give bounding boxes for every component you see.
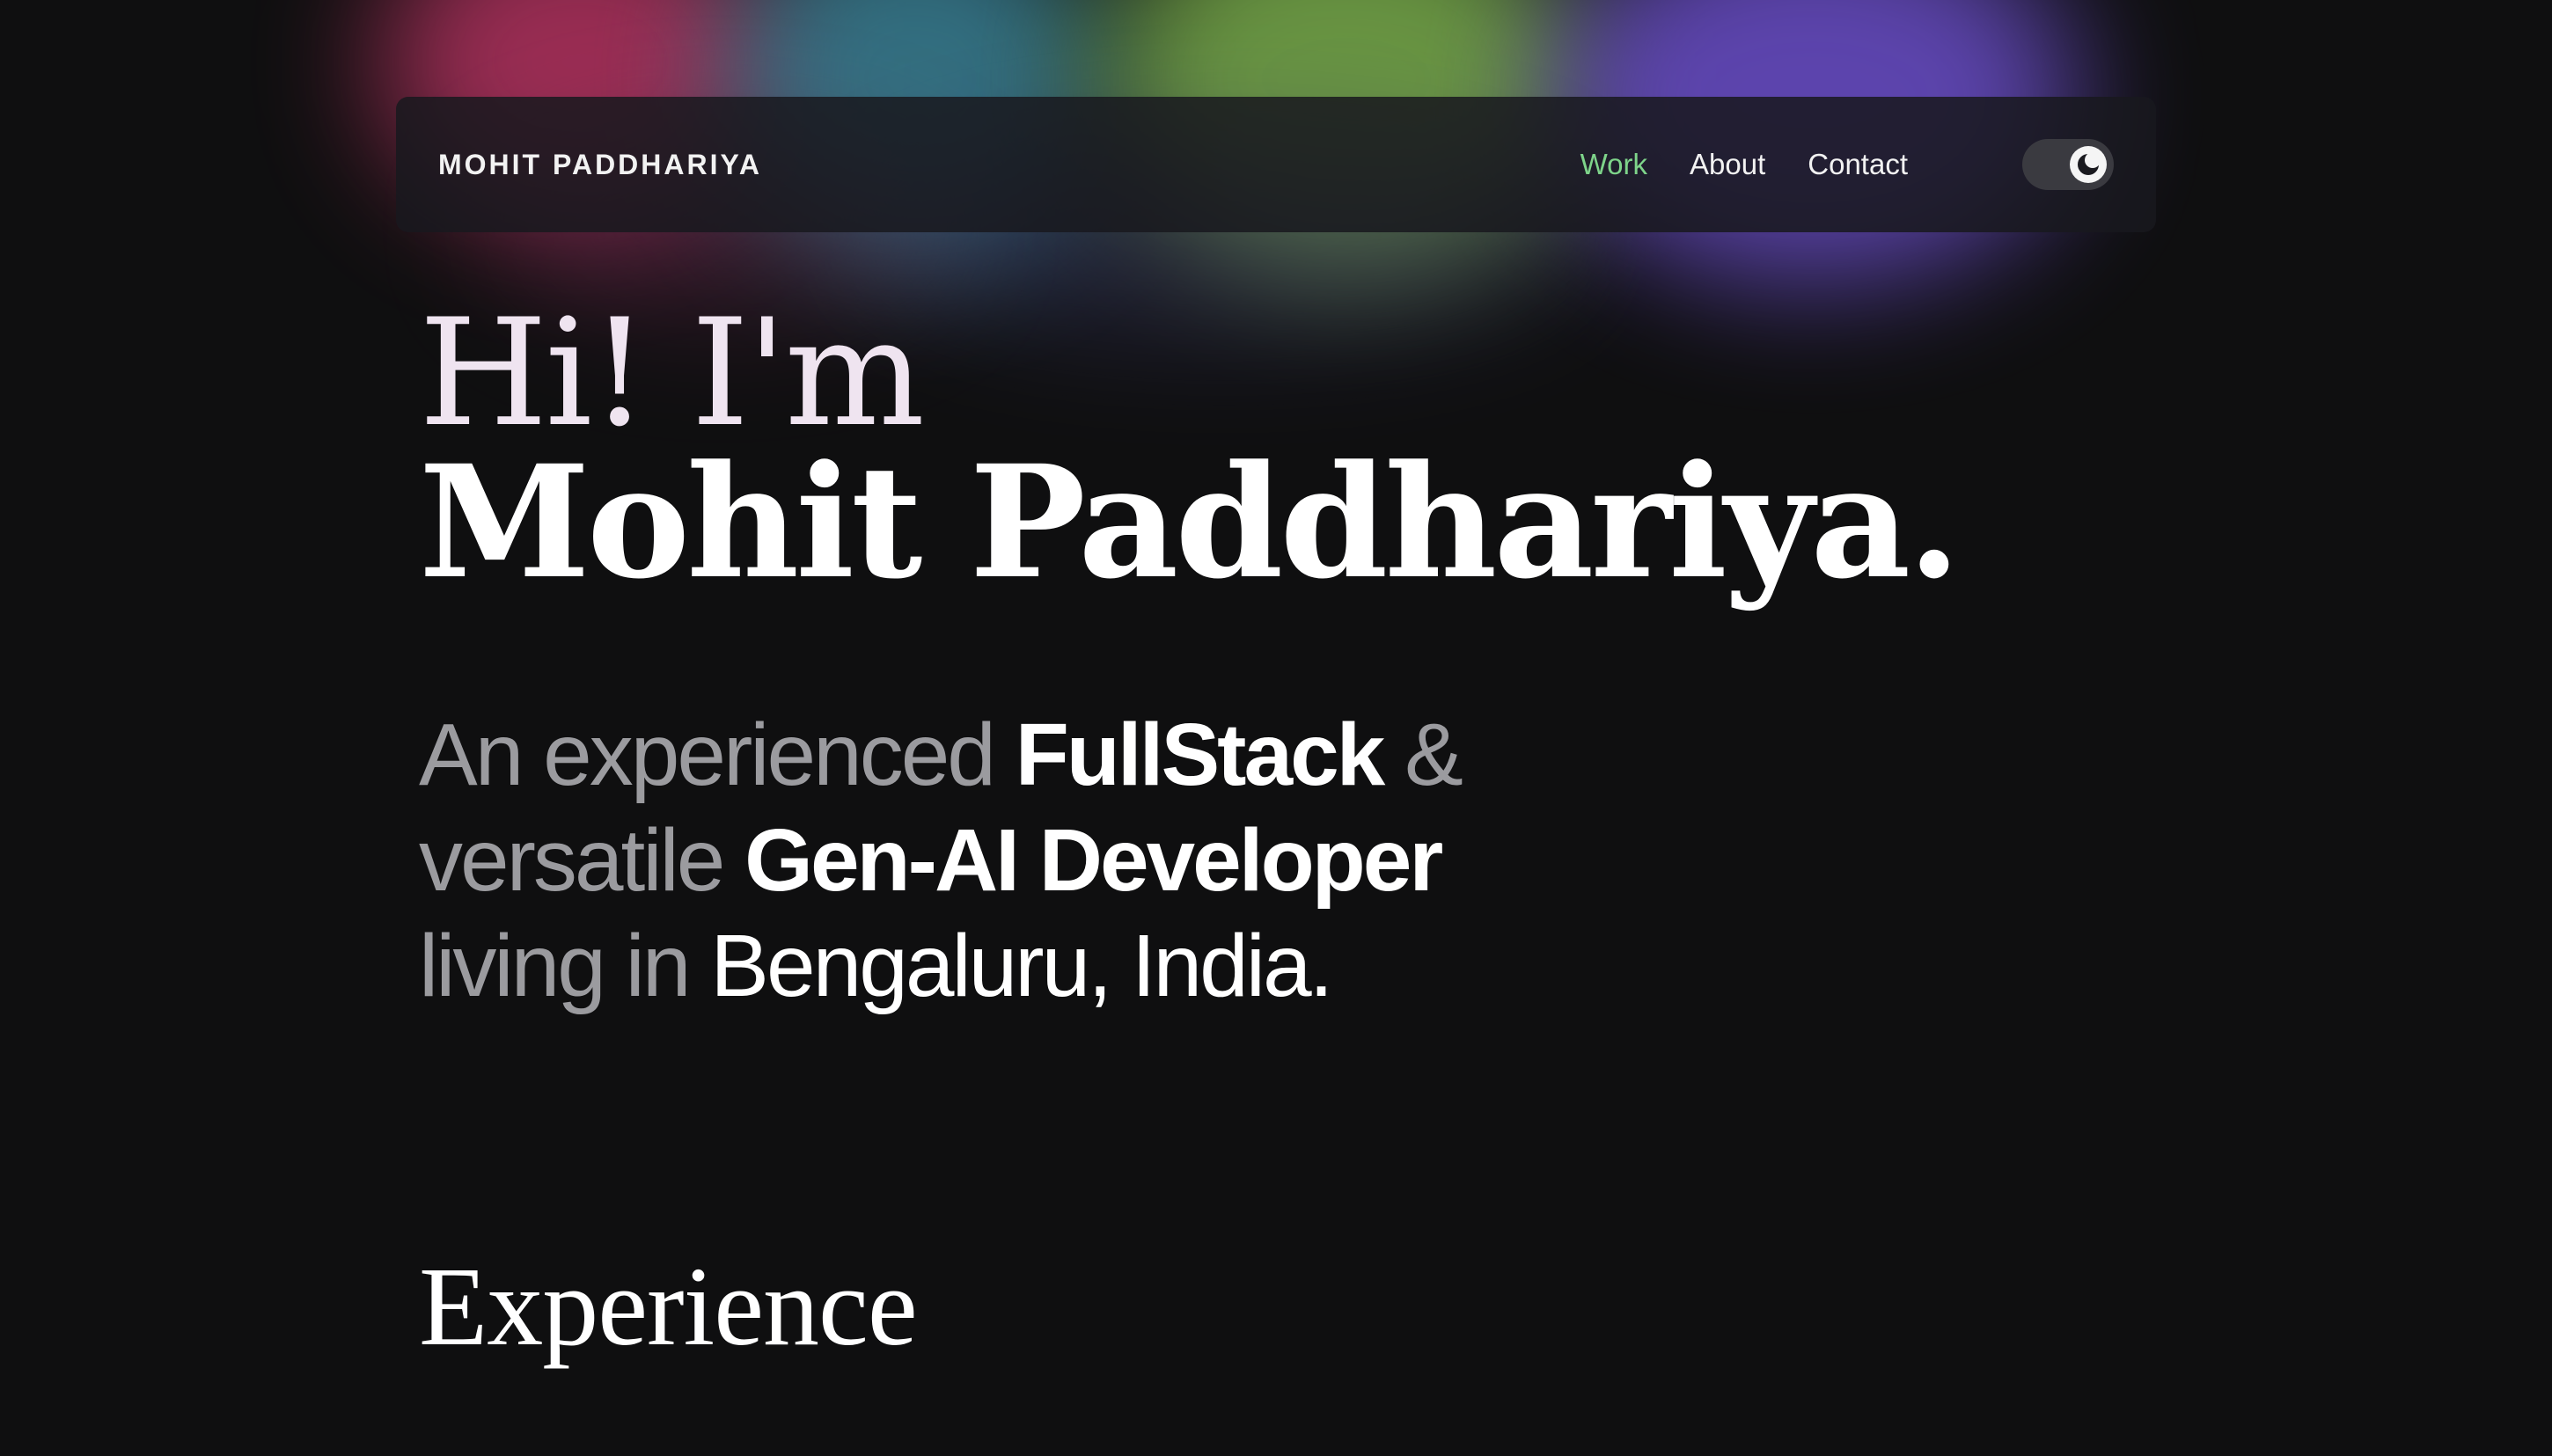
toggle-knob [2070,146,2107,183]
experience-heading: Experience [419,1244,918,1369]
nav-link-work[interactable]: Work [1580,148,1647,181]
hero-name: Mohit Paddhariya. [419,431,1962,613]
tagline-muted: versatile [419,811,745,910]
tagline-highlight: Gen-AI Developer [744,811,1443,910]
nav-links: Work About Contact [1580,148,1908,181]
tagline-muted: An experienced [419,706,1016,804]
nav-link-contact[interactable]: Contact [1808,148,1908,181]
hero-greeting: Hi! I'm [419,287,925,459]
tagline-line-2: versatile Gen-AI Developer [419,808,1461,913]
moon-icon [2078,152,2101,175]
tagline-muted: living in [419,917,711,1015]
portfolio-page: MOHIT PADDHARIYA Work About Contact Hi! … [0,0,2552,1456]
tagline-line-3: living in Bengaluru, India. [419,913,1461,1019]
top-navbar: MOHIT PADDHARIYA Work About Contact [396,97,2156,232]
tagline-highlight: FullStack [1015,706,1386,804]
tagline-line-1: An experienced FullStack & [419,702,1463,808]
theme-toggle[interactable] [2022,139,2114,190]
hero-section: Hi! I'm Mohit Paddhariya. [419,287,1962,613]
tagline-muted: & [1382,706,1463,804]
tagline-highlight: Bengaluru, India. [710,917,1333,1015]
hero-tagline: An experienced FullStack & versatile Gen… [419,702,1463,1019]
nav-link-about[interactable]: About [1690,148,1765,181]
brand-logo-link[interactable]: MOHIT PADDHARIYA [438,149,762,181]
